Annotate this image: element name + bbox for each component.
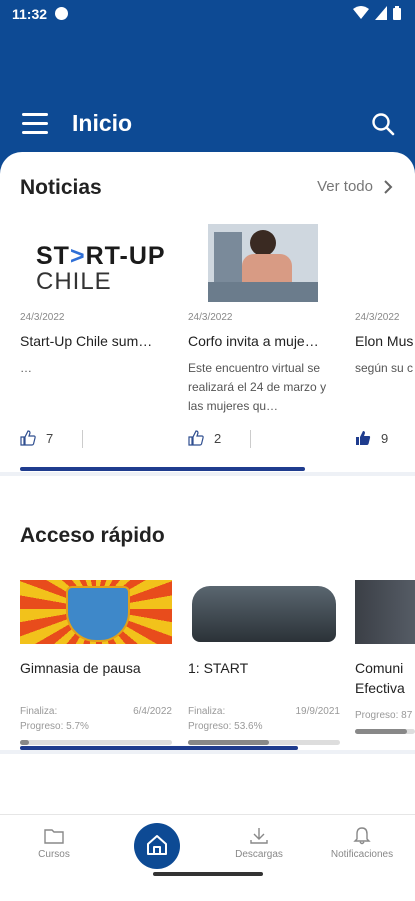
- news-date: 24/3/2022: [188, 312, 233, 323]
- news-date: 24/3/2022: [355, 312, 400, 323]
- course-title: Comuni Efectiva: [355, 660, 405, 696]
- news-title: Corfo invita a muje…: [188, 333, 319, 349]
- search-icon[interactable]: [371, 112, 395, 136]
- course-progress-label: Progreso: 53.6%: [188, 721, 340, 732]
- progress-fill: [20, 740, 29, 745]
- course-card[interactable]: 1: START Finaliza: 19/9/2021 Progreso: 53…: [188, 580, 340, 745]
- see-all-label: Ver todo: [317, 178, 373, 195]
- thumbs-up-icon: [188, 430, 204, 446]
- course-progress-label: Progreso: 5.7%: [20, 721, 172, 732]
- course-progress-label: Progreso: 87: [355, 710, 415, 721]
- course-card[interactable]: Comuni Efectiva Progreso: 87: [355, 580, 415, 734]
- progress-bar: [20, 740, 172, 745]
- like-count: 7: [46, 430, 54, 446]
- status-icons: [353, 6, 401, 20]
- section-divider: [0, 472, 415, 476]
- news-description: …: [20, 361, 32, 375]
- logo-text-3: CHILE: [36, 268, 112, 295]
- gesture-home-indicator: [153, 872, 263, 876]
- like-count: 2: [214, 430, 222, 446]
- course-image: [355, 580, 415, 644]
- nav-cursos[interactable]: Cursos: [9, 827, 99, 860]
- news-heading: Noticias: [20, 176, 102, 199]
- divider: [82, 430, 83, 448]
- bottom-navigation: Cursos Descargas Notificaciones: [0, 814, 415, 901]
- news-card[interactable]: ST>RT-UP CHILE 24/3/2022 Start-Up Chile …: [20, 224, 170, 419]
- nav-label: Descargas: [235, 849, 283, 860]
- quick-access-heading: Acceso rápido: [20, 524, 165, 547]
- progress-fill: [355, 729, 408, 734]
- startup-chile-logo: ST>RT-UP CHILE: [36, 242, 166, 295]
- folder-icon: [44, 829, 64, 844]
- page-title: Inicio: [72, 110, 133, 136]
- main-content: Noticias Ver todo ST>RT-UP CHILE 24/3/20…: [0, 152, 415, 814]
- signal-icon: [375, 6, 387, 20]
- news-scroll-indicator[interactable]: [20, 467, 305, 471]
- course-image: [188, 580, 340, 644]
- like-button[interactable]: 9: [355, 430, 388, 446]
- news-title: Elon Mus: [355, 333, 414, 349]
- end-label: Finaliza:: [188, 706, 226, 717]
- progress-fill: [188, 740, 270, 745]
- section-divider: [0, 750, 415, 754]
- download-icon: [250, 828, 268, 844]
- news-image: [355, 224, 415, 302]
- course-card[interactable]: Gimnasia de pausa Finaliza: 6/4/2022 Prog…: [20, 580, 172, 745]
- progress-label: Progreso: 53.6%: [188, 721, 263, 732]
- thumbs-up-icon: [20, 430, 36, 446]
- status-bar: 11:32: [0, 0, 415, 28]
- news-description: Este encuentro virtual se realizará el 2…: [188, 361, 327, 413]
- news-card[interactable]: 24/3/2022 Corfo invita a muje… Este encu…: [188, 224, 338, 419]
- news-date: 24/3/2022: [20, 312, 65, 323]
- course-image: [20, 580, 172, 644]
- logo-text-2: RT-UP: [85, 242, 166, 270]
- end-label: Finaliza:: [20, 706, 58, 717]
- course-end: Finaliza: 6/4/2022: [20, 706, 172, 717]
- nav-label: Notificaciones: [330, 849, 394, 860]
- course-title: Gimnasia de pausa: [20, 660, 141, 676]
- progress-label: Progreso: 87: [355, 710, 413, 721]
- wifi-icon: [353, 6, 369, 19]
- nav-label: Cursos: [38, 849, 70, 860]
- end-date: 6/4/2022: [133, 706, 172, 717]
- notification-status-icon: [55, 7, 68, 20]
- news-card[interactable]: 24/3/2022 Elon Mus según su c: [355, 224, 415, 419]
- menu-icon[interactable]: [22, 113, 48, 135]
- like-count: 9: [381, 430, 389, 446]
- app-bar: Inicio: [0, 100, 415, 150]
- bell-icon: [353, 827, 371, 845]
- end-date: 19/9/2021: [295, 706, 341, 717]
- news-description: según su c: [355, 361, 414, 375]
- news-title: Start-Up Chile sum…: [20, 333, 153, 349]
- logo-text-1: ST: [36, 242, 70, 270]
- thumbs-up-filled-icon: [356, 431, 371, 445]
- progress-bar: [355, 729, 415, 734]
- like-button[interactable]: 2: [188, 430, 221, 446]
- chevron-right-icon: [384, 179, 393, 194]
- news-image: [208, 224, 318, 302]
- divider: [250, 430, 251, 448]
- progress-bar: [188, 740, 340, 745]
- nav-descargas[interactable]: Descargas: [214, 827, 304, 860]
- progress-label: Progreso: 5.7%: [20, 721, 89, 732]
- status-time: 11:32: [12, 6, 48, 22]
- like-button[interactable]: 7: [20, 430, 53, 446]
- course-end: Finaliza: 19/9/2021: [188, 706, 340, 717]
- nav-home-button[interactable]: [134, 823, 180, 869]
- see-all-link[interactable]: Ver todo: [317, 178, 393, 195]
- course-title: 1: START: [188, 660, 249, 676]
- battery-icon: [393, 6, 401, 20]
- home-icon: [147, 835, 167, 855]
- nav-notificaciones[interactable]: Notificaciones: [317, 827, 407, 860]
